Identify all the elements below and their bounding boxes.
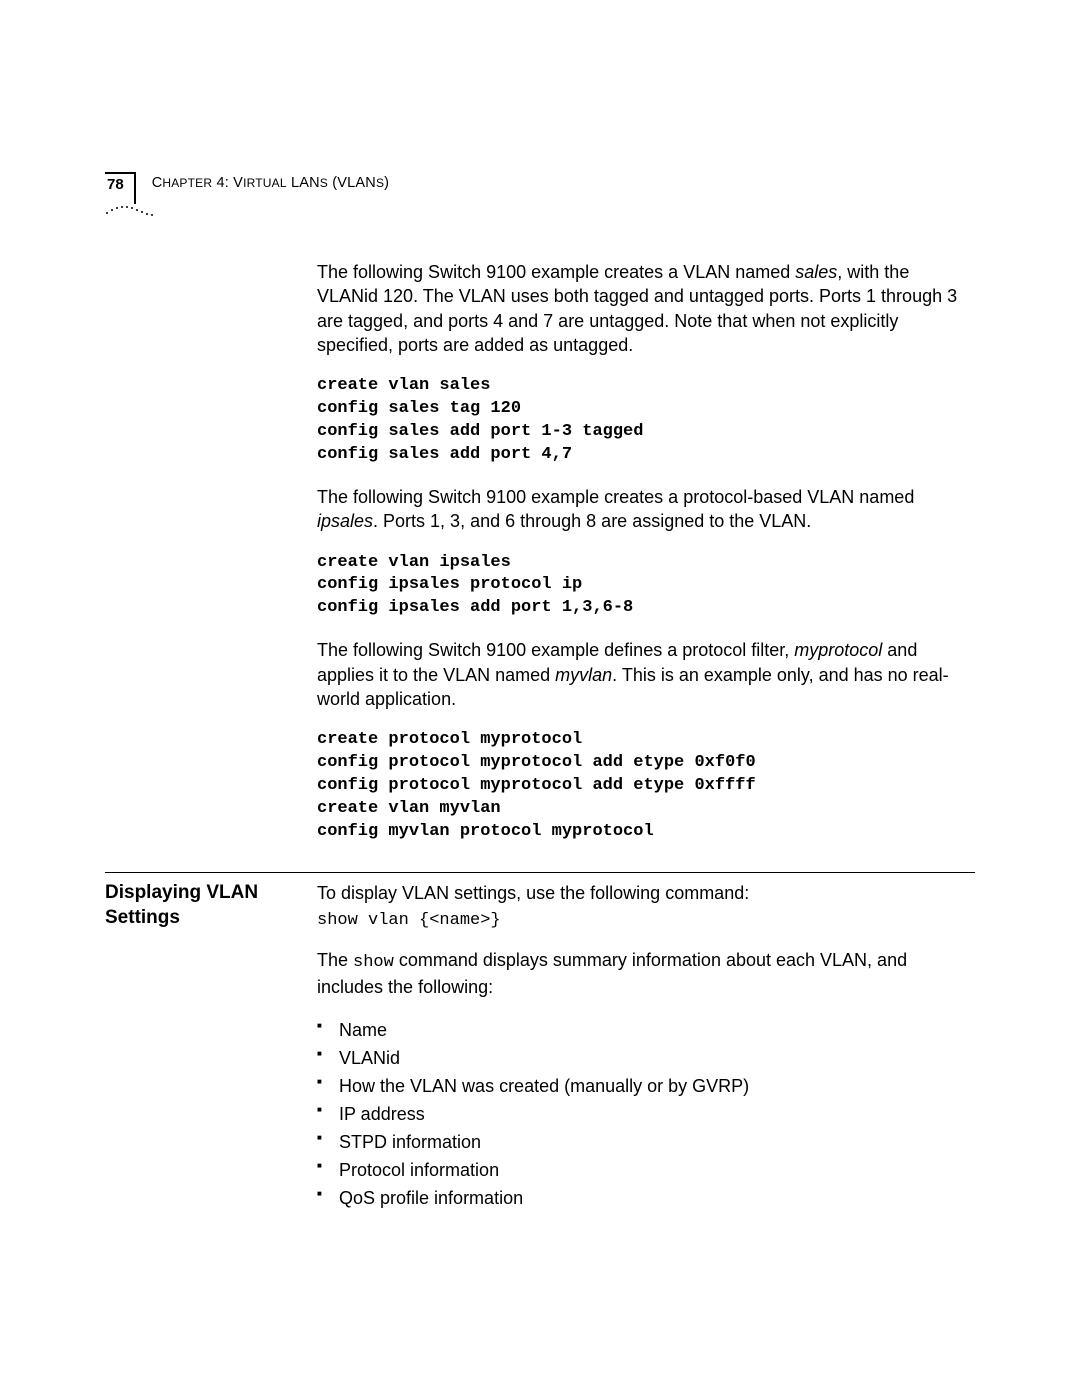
list-item: How the VLAN was created (manually or by… [317,1073,975,1101]
list-item: QoS profile information [317,1185,975,1213]
paragraph: The following Switch 9100 example create… [317,485,975,534]
italic-term: myvlan [555,665,612,685]
italic-term: sales [795,262,837,282]
text: The following Switch 9100 example create… [317,487,914,507]
section-desc: The show command displays summary inform… [317,948,975,999]
code-block: create vlan sales config sales tag 120 c… [317,375,975,467]
italic-term: ipsales [317,511,373,531]
code-block: create protocol myprotocol config protoc… [317,729,975,844]
bullet-list: Name VLANid How the VLAN was created (ma… [317,1017,975,1212]
italic-term: myprotocol [794,640,882,660]
section-side-heading: Displaying VLAN Settings [105,881,317,1213]
page-content: 78 CHAPTER 4: VIRTUAL LANS (VLANS) The f… [105,172,975,1213]
list-item: Name [317,1017,975,1045]
section: Displaying VLAN Settings To display VLAN… [105,873,975,1213]
chapter-title: CHAPTER 4: VIRTUAL LANS (VLANS) [152,172,390,191]
text: The [317,950,353,970]
list-item: Protocol information [317,1157,975,1185]
paragraph: The following Switch 9100 example define… [317,638,975,711]
page-number: 78 [105,172,136,204]
inline-code: show [353,953,394,972]
list-item: IP address [317,1101,975,1129]
paragraph: The following Switch 9100 example create… [317,260,975,357]
running-header: 78 CHAPTER 4: VIRTUAL LANS (VLANS) [105,172,975,204]
command-syntax: show vlan {<name>} [317,911,975,930]
list-item: STPD information [317,1129,975,1157]
code-block: create vlan ipsales config ipsales proto… [317,552,975,621]
list-item: VLANid [317,1045,975,1073]
text: The following Switch 9100 example define… [317,640,794,660]
section-intro: To display VLAN settings, use the follow… [317,881,975,905]
dot-curve-icon [105,204,165,218]
section-body: To display VLAN settings, use the follow… [317,881,975,1213]
text: The following Switch 9100 example create… [317,262,795,282]
text: command displays summary information abo… [317,950,907,997]
text: . Ports 1, 3, and 6 through 8 are assign… [373,511,811,531]
main-column: The following Switch 9100 example create… [105,260,975,844]
